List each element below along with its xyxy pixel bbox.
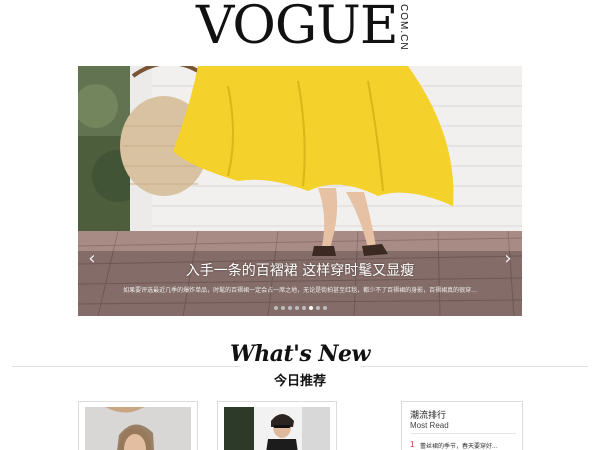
page: VOGUE COM.CN ‹ › 入手一条的百褶裙 这样穿时髦又显瘦 如果要评选… xyxy=(0,0,600,450)
most-read-title: 潮流排行 xyxy=(410,411,447,421)
carousel-dot[interactable] xyxy=(308,306,313,310)
article-thumbnail[interactable] xyxy=(224,407,330,450)
carousel-pagination xyxy=(78,306,522,310)
carousel-dot[interactable] xyxy=(322,306,327,310)
most-read-subtitle: Most Read xyxy=(410,421,449,430)
logo-domain: COM.CN xyxy=(398,4,409,51)
hero-carousel[interactable]: ‹ › 入手一条的百褶裙 这样穿时髦又显瘦 如果要评选最近几季的爆炸单品，时髦的… xyxy=(78,66,522,316)
shoe xyxy=(312,246,336,256)
article-card[interactable] xyxy=(78,401,198,450)
most-read-panel: 潮流排行 Most Read 1 蕾丝裙的季节，春天要穿好... xyxy=(401,401,523,450)
whats-new-subtitle: 今日推荐 xyxy=(273,374,326,389)
carousel-title[interactable]: 入手一条的百褶裙 这样穿时髦又显瘦 xyxy=(78,260,522,280)
carousel-dot[interactable] xyxy=(294,306,299,310)
article-thumbnail[interactable] xyxy=(85,407,191,450)
most-read-item-link[interactable]: 蕾丝裙的季节，春天要穿好... xyxy=(420,441,516,450)
carousel-dot[interactable] xyxy=(301,306,306,310)
carousel-dot[interactable] xyxy=(273,306,278,310)
carousel-subtitle: 如果要评选最近几季的爆炸单品，时髦的百褶裙一定会占一席之地，无论是街拍甚至红毯，… xyxy=(123,287,477,294)
carousel-dot[interactable] xyxy=(280,306,285,310)
whats-new-title: What's New xyxy=(230,341,370,367)
rank-number: 1 xyxy=(410,440,415,449)
carousel-dot[interactable] xyxy=(287,306,292,310)
vogue-logo[interactable]: VOGUE xyxy=(196,0,399,52)
header: VOGUE COM.CN xyxy=(0,0,600,62)
carousel-dot[interactable] xyxy=(315,306,320,310)
article-card[interactable] xyxy=(217,401,337,450)
divider xyxy=(410,433,516,434)
